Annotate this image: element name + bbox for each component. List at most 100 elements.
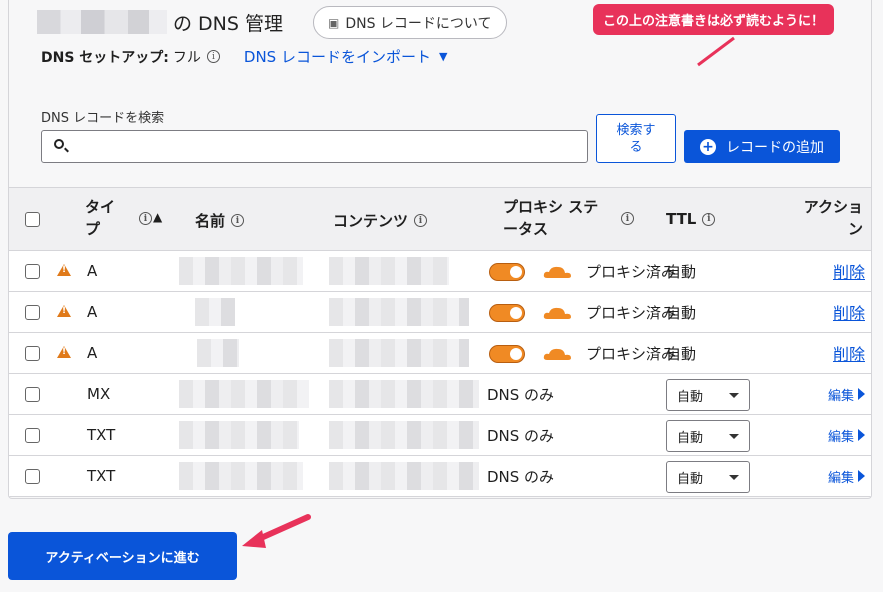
add-record-button[interactable]: + レコードの追加 <box>684 130 840 163</box>
proxy-toggle[interactable] <box>489 345 525 363</box>
table-header: タイ プ i ▲ 名前 i コンテンツ i プロキシ ステ ータス i TTL … <box>9 187 871 251</box>
select-all-checkbox[interactable] <box>25 212 40 227</box>
row-checkbox[interactable] <box>25 305 40 320</box>
redacted-name <box>195 298 235 326</box>
proxy-toggle[interactable] <box>489 263 525 281</box>
column-content-label: コンテンツ <box>333 212 409 230</box>
dns-setup-row: DNS セットアップ: フル i DNS レコードをインポート ▼ <box>41 46 447 67</box>
redacted-content <box>329 339 469 367</box>
edit-link[interactable]: 編集 <box>828 374 865 414</box>
table-row: MX DNS のみ 自動 編集 <box>9 374 871 415</box>
edit-label: 編集 <box>827 470 854 486</box>
warning-icon <box>57 305 71 317</box>
proxy-status: プロキシ済み <box>586 303 677 322</box>
column-ttl-label: TTL <box>666 210 697 228</box>
info-icon[interactable]: i <box>414 214 428 227</box>
record-type: A <box>87 262 98 280</box>
search-label: DNS レコードを検索 <box>41 111 165 126</box>
column-action-label-2: ン <box>847 220 863 238</box>
arrow-icon <box>242 514 311 548</box>
redacted-content <box>329 421 479 449</box>
delete-link[interactable]: 削除 <box>833 251 865 291</box>
ttl-select[interactable]: 自動 <box>666 420 750 452</box>
proxy-status: DNS のみ <box>487 426 555 445</box>
column-action-label-1: アクショ <box>803 198 863 216</box>
column-proxy-label-2: ータス <box>503 220 549 238</box>
page-title-text: の DNS 管理 <box>173 12 283 35</box>
proxy-status: DNS のみ <box>487 467 555 486</box>
search-button[interactable]: 検索す る <box>596 114 676 163</box>
record-type: A <box>87 303 98 321</box>
record-type: TXT <box>87 426 116 444</box>
cloud-icon <box>543 348 571 360</box>
info-icon[interactable]: i <box>702 212 716 226</box>
setup-value: フル <box>172 49 201 66</box>
table-row: TXT DNS のみ 自動 編集 <box>9 415 871 456</box>
arrow-icon <box>697 36 735 67</box>
proxy-status: プロキシ済み <box>586 262 677 281</box>
redacted-name <box>179 421 299 449</box>
redacted-content <box>329 257 449 285</box>
column-proxy-status[interactable]: プロキシ ステ ータス <box>503 196 598 240</box>
proxy-toggle[interactable] <box>489 304 525 322</box>
plus-icon: + <box>700 138 716 155</box>
row-checkbox[interactable] <box>25 387 40 402</box>
chevron-down-icon[interactable]: ▼ <box>439 50 447 63</box>
info-icon[interactable]: i <box>139 212 152 225</box>
table-row: A プロキシ済み 自動 削除 <box>9 251 871 292</box>
table-row: A プロキシ済み 自動 削除 <box>9 292 871 333</box>
search-icon <box>54 139 64 149</box>
triangle-right-icon <box>858 388 865 400</box>
search-button-label-1: 検索す <box>616 123 656 138</box>
info-icon[interactable]: i <box>621 212 634 225</box>
column-type-label-1: タイ <box>85 198 116 216</box>
page-title: の DNS 管理 <box>37 0 283 44</box>
book-icon: ▣ <box>328 15 340 30</box>
ttl-value: 自動 <box>666 262 697 281</box>
sort-ascending-icon[interactable]: ▲ <box>153 210 162 224</box>
triangle-right-icon <box>858 470 865 482</box>
ttl-value: 自動 <box>666 344 697 363</box>
record-type: A <box>87 344 98 362</box>
redacted-content <box>329 380 479 408</box>
proxy-status: プロキシ済み <box>586 344 677 363</box>
delete-link[interactable]: 削除 <box>833 333 865 373</box>
warning-icon <box>57 264 71 276</box>
dns-records-table: タイ プ i ▲ 名前 i コンテンツ i プロキシ ステ ータス i TTL … <box>9 187 871 497</box>
redacted-name <box>179 462 303 490</box>
delete-link[interactable]: 削除 <box>833 292 865 332</box>
ttl-value: 自動 <box>666 303 697 322</box>
search-input[interactable] <box>41 130 588 163</box>
redacted-name <box>179 380 309 408</box>
edit-label: 編集 <box>827 388 854 404</box>
row-checkbox[interactable] <box>25 428 40 443</box>
cloud-icon <box>543 266 571 278</box>
column-ttl[interactable]: TTL i <box>666 210 716 228</box>
record-type: MX <box>87 385 111 403</box>
column-content[interactable]: コンテンツ i <box>333 210 428 231</box>
redacted-content <box>329 462 479 490</box>
dns-records-info-button[interactable]: ▣ DNS レコードについて <box>313 6 507 39</box>
proxy-status: DNS のみ <box>487 385 555 404</box>
dns-management-card: の DNS 管理 ▣ DNS レコードについて この上の注意書きは必ず読むように… <box>8 0 872 499</box>
row-checkbox[interactable] <box>25 264 40 279</box>
row-checkbox[interactable] <box>25 346 40 361</box>
redacted-name <box>179 257 303 285</box>
ttl-select[interactable]: 自動 <box>666 461 750 493</box>
ttl-select[interactable]: 自動 <box>666 379 750 411</box>
redacted-name <box>197 339 239 367</box>
column-name[interactable]: 名前 i <box>195 210 245 231</box>
proceed-to-activation-button[interactable]: アクティベーションに進む <box>8 532 237 580</box>
column-name-label: 名前 <box>195 212 226 230</box>
info-icon[interactable]: i <box>206 50 220 63</box>
row-checkbox[interactable] <box>25 469 40 484</box>
setup-label: DNS セットアップ: <box>41 49 169 66</box>
info-icon[interactable]: i <box>231 214 245 227</box>
edit-link[interactable]: 編集 <box>828 456 865 496</box>
column-type[interactable]: タイ プ <box>85 196 115 240</box>
import-records-link[interactable]: DNS レコードをインポート <box>244 46 431 67</box>
edit-link[interactable]: 編集 <box>828 415 865 455</box>
search-button-label-2: る <box>629 140 643 155</box>
notice-callout: この上の注意書きは必ず読むように！ <box>593 4 835 35</box>
warning-icon <box>57 346 71 358</box>
